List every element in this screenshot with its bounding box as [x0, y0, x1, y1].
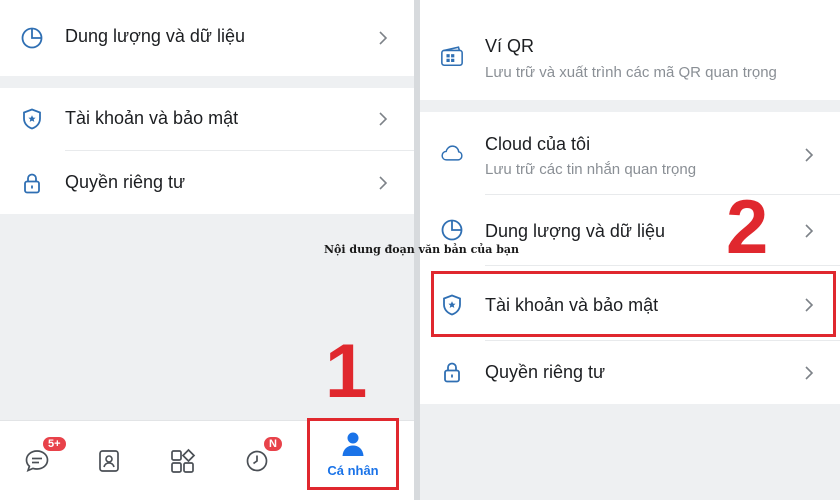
- shield-star-icon: [20, 107, 44, 131]
- highlight-box-personal-tab: [307, 418, 399, 490]
- tab-timeline[interactable]: N: [222, 421, 292, 500]
- chevron-right-icon: [802, 224, 816, 238]
- row-privacy[interactable]: Quyền riêng tư: [0, 151, 414, 214]
- chevron-right-icon: [376, 112, 390, 126]
- row-qr-wallet-title: Ví QR: [485, 36, 535, 56]
- row-qr-wallet-subtitle: Lưu trữ và xuất trình các mã QR quan trọ…: [485, 64, 777, 81]
- qr-wallet-icon: [440, 44, 464, 68]
- row-account-security[interactable]: Tài khoản và bảo mật: [0, 88, 414, 150]
- chevron-right-icon: [802, 366, 816, 380]
- highlight-box-account-security: [431, 271, 836, 337]
- row-account-security-label: Tài khoản và bảo mật: [65, 108, 239, 128]
- new-badge: N: [262, 435, 284, 453]
- divider: [485, 265, 840, 266]
- step-number-1: 1: [325, 329, 368, 414]
- settings-card-qr: Ví QR Lưu trữ và xuất trình các mã QR qu…: [420, 0, 840, 100]
- storage-pie-icon: [20, 26, 44, 50]
- unread-badge: 5+: [41, 435, 68, 453]
- row-storage[interactable]: Dung lượng và dữ liệu: [0, 8, 414, 68]
- settings-card-main: Cloud của tôi Lưu trữ các tin nhắn quan …: [420, 112, 840, 404]
- storage-pie-icon: [440, 218, 464, 242]
- tab-messages[interactable]: 5+: [2, 421, 72, 500]
- overlay-caption: Nội dung đoạn văn bản của bạn: [324, 243, 520, 256]
- row-qr-wallet[interactable]: Ví QR Lưu trữ và xuất trình các mã QR qu…: [420, 16, 840, 86]
- contacts-icon: [96, 448, 122, 474]
- chevron-right-icon: [376, 176, 390, 190]
- settings-card-account: Tài khoản và bảo mật Quyền riêng tư: [0, 88, 414, 214]
- row-cloud-subtitle: Lưu trữ các tin nhắn quan trọng: [485, 161, 697, 178]
- tab-contacts[interactable]: [74, 421, 144, 500]
- tab-discover[interactable]: [148, 421, 218, 500]
- row-cloud-title: Cloud của tôi: [485, 134, 591, 154]
- chevron-right-icon: [376, 31, 390, 45]
- row-privacy[interactable]: Quyền riêng tư: [420, 341, 840, 404]
- row-storage-title: Dung lượng và dữ liệu: [485, 221, 665, 241]
- chevron-right-icon: [802, 148, 816, 162]
- row-privacy-title: Quyền riêng tư: [485, 362, 606, 382]
- row-storage-label: Dung lượng và dữ liệu: [65, 26, 245, 46]
- row-privacy-label: Quyền riêng tư: [65, 172, 186, 192]
- lock-icon: [440, 360, 464, 384]
- step-number-2: 2: [726, 185, 769, 270]
- grid-icon: [169, 447, 197, 475]
- row-cloud[interactable]: Cloud của tôi Lưu trữ các tin nhắn quan …: [420, 112, 840, 194]
- cloud-icon: [440, 141, 464, 165]
- lock-icon: [20, 171, 44, 195]
- settings-card-storage: Dung lượng và dữ liệu: [0, 0, 414, 76]
